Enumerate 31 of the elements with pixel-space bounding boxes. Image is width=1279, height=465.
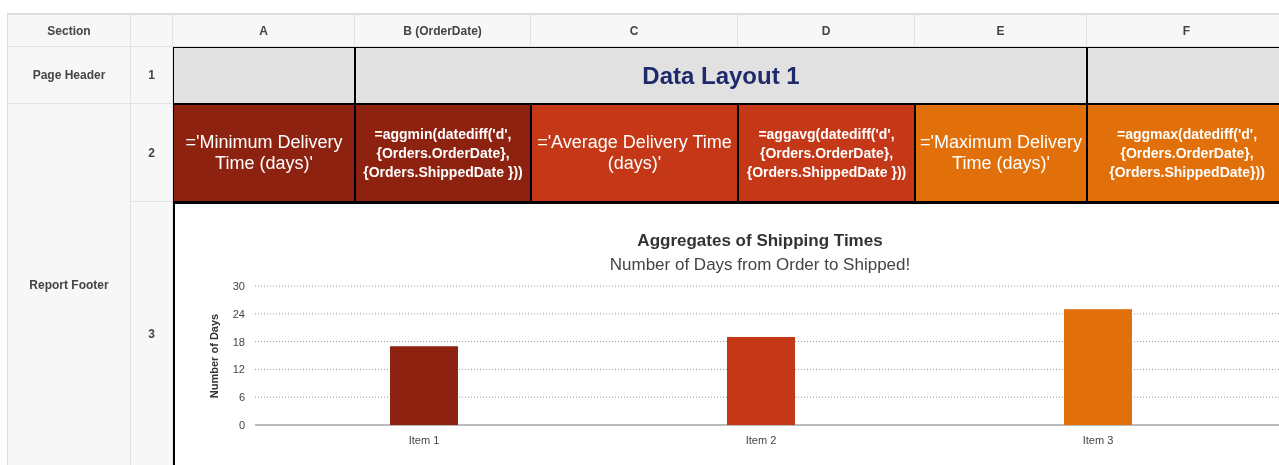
section-label: Report Footer <box>8 104 131 465</box>
y-tick-label: 24 <box>232 307 245 320</box>
column-header: C <box>531 15 738 47</box>
x-category-label: Item 2 <box>745 434 777 446</box>
x-category-label: Item 3 <box>1082 434 1114 446</box>
section-column-header: Section <box>8 15 131 47</box>
y-tick-label: 12 <box>232 363 245 376</box>
report-title: Data Layout 1 <box>355 47 1087 104</box>
report-cell: ='Average Delivery Time (days)' <box>531 104 738 202</box>
column-header: D <box>738 15 915 47</box>
y-axis-title: Number of Days <box>208 313 220 399</box>
chart-title: Aggregates of Shipping Times <box>637 231 883 250</box>
column-header: F <box>1087 15 1279 47</box>
report-cell: =aggmax(datediff('d', {Orders.OrderDate}, {Orders.ShippedDate})) <box>1087 104 1279 202</box>
row-number: 1 <box>131 47 173 104</box>
y-tick-label: 6 <box>238 391 245 404</box>
x-category-label: Item 1 <box>408 434 440 446</box>
column-header: A <box>173 15 355 47</box>
column-header: B (OrderDate) <box>355 15 531 47</box>
report-cell: ='Maximum Delivery Time (days)' <box>915 104 1087 202</box>
section-label: Page Header <box>8 47 131 104</box>
report-cell: ='Minimum Delivery Time (days)' <box>173 104 355 202</box>
report-cell: =aggmin(datediff('d', {Orders.OrderDate}, {Orders.ShippedDate })) <box>355 104 531 202</box>
report-cell: =aggavg(datediff('d', {Orders.OrderDate}, {Orders.ShippedDate })) <box>738 104 915 202</box>
row-number: 2 <box>131 104 173 202</box>
column-header: E <box>915 15 1087 47</box>
row-number: 3 <box>131 202 173 465</box>
y-tick-label: 30 <box>232 280 245 292</box>
y-tick-label: 18 <box>232 335 245 348</box>
chart-subtitle: Number of Days from Order to Shipped! <box>609 255 911 274</box>
y-tick-label: 0 <box>238 419 245 431</box>
